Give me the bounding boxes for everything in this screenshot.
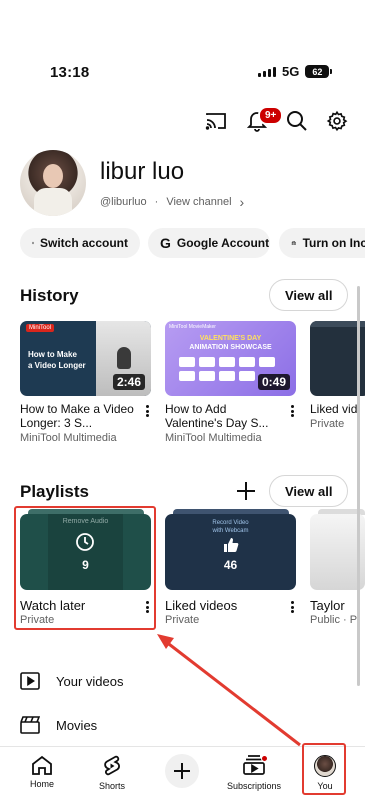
annotation-arrow bbox=[157, 634, 301, 747]
